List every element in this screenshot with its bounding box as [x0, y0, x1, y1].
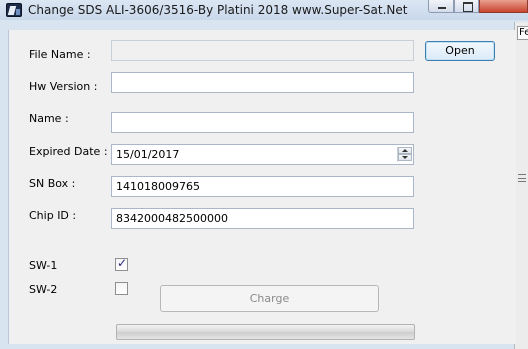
main-form: File Name : Open Hw Version : Name : Exp… [8, 30, 516, 344]
spin-down-icon[interactable] [398, 154, 412, 161]
sn-box-label: SN Box : [29, 177, 76, 190]
name-label: Name : [29, 112, 69, 125]
checkmark-icon: ✓ [117, 256, 128, 270]
expired-date-value: 15/01/2017 [116, 148, 180, 161]
sw2-label: SW-2 [29, 283, 58, 296]
charge-button[interactable]: Charge [160, 285, 379, 312]
expired-date-label: Expired Date : [29, 145, 108, 158]
progress-bar [116, 324, 415, 340]
scrollbar-grip-icon[interactable] [518, 174, 526, 182]
sw2-checkbox[interactable] [115, 282, 128, 295]
hw-version-field[interactable] [111, 72, 414, 93]
name-field[interactable] [111, 112, 414, 133]
spin-up-icon[interactable] [398, 147, 412, 154]
sw1-label: SW-1 [29, 259, 58, 272]
chip-id-field[interactable]: 8342000482500000 [111, 208, 414, 229]
expired-date-picker[interactable]: 15/01/2017 [111, 144, 414, 165]
background-window: Fe [514, 22, 528, 349]
date-spinner[interactable] [397, 147, 412, 162]
title-bar: Change SDS ALI-3606/3516-By Platini 2018… [0, 0, 528, 20]
minimize-button[interactable] [428, 0, 454, 13]
file-name-field [111, 40, 414, 61]
sn-box-field[interactable]: 141018009765 [111, 176, 414, 197]
maximize-button[interactable] [454, 0, 479, 13]
open-button[interactable]: Open [425, 41, 495, 61]
chip-id-label: Chip ID : [29, 209, 77, 222]
background-window-tab[interactable]: Fe [517, 26, 528, 40]
close-button[interactable] [479, 0, 528, 13]
hw-version-label: Hw Version : [29, 80, 98, 93]
window-title: Change SDS ALI-3606/3516-By Platini 2018… [28, 3, 408, 17]
file-name-label: File Name : [29, 48, 91, 61]
sw1-checkbox[interactable]: ✓ [115, 256, 128, 271]
app-icon[interactable] [6, 3, 22, 17]
